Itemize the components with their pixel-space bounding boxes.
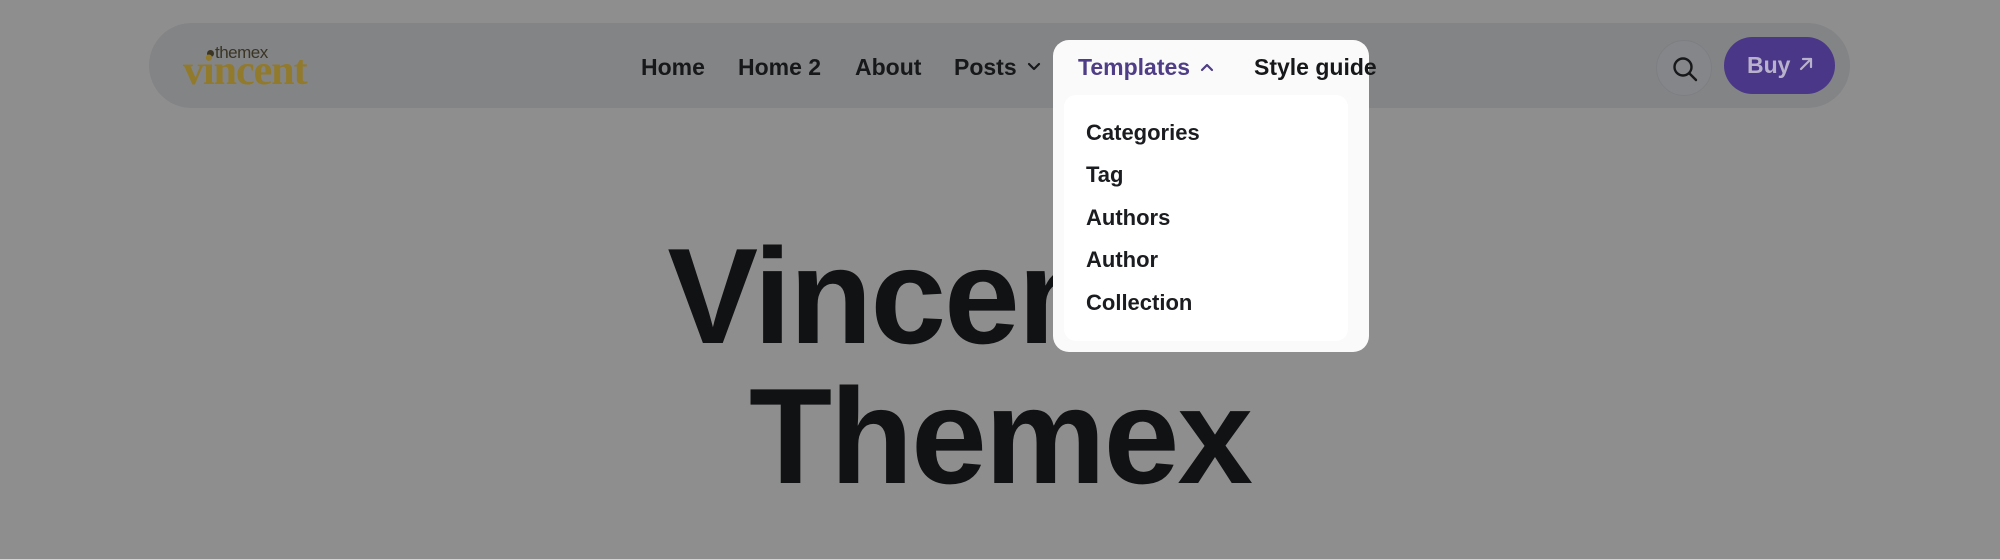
menu-item-author[interactable]: Author xyxy=(1086,246,1158,274)
logo[interactable]: themex vincent xyxy=(183,42,343,92)
buy-button[interactable]: Buy xyxy=(1724,37,1835,94)
hero-title-line-1: Vincent de xyxy=(667,220,1334,372)
chevron-up-icon xyxy=(1200,64,1214,72)
nav-home[interactable]: Home xyxy=(641,52,705,82)
menu-item-collection[interactable]: Collection xyxy=(1086,289,1192,317)
nav-posts[interactable]: Posts xyxy=(954,52,1041,82)
nav-style-guide[interactable]: Style guide xyxy=(1254,52,1377,82)
arrow-up-right-icon xyxy=(1799,57,1813,71)
nav-home-2[interactable]: Home 2 xyxy=(738,52,821,82)
nav-about[interactable]: About xyxy=(855,52,921,82)
menu-item-categories[interactable]: Categories xyxy=(1086,119,1200,147)
nav-templates[interactable]: Templates xyxy=(1078,52,1214,82)
hero-title-line-2: Themex xyxy=(749,360,1253,512)
menu-item-tag[interactable]: Tag xyxy=(1086,161,1123,189)
nav-templates-label: Templates xyxy=(1078,54,1191,80)
buy-button-label: Buy xyxy=(1747,52,1791,78)
logo-main-text: vincent xyxy=(183,48,308,94)
chevron-down-icon xyxy=(1027,63,1040,71)
page: Vincent de Themex themex vincent Home Ho… xyxy=(0,0,2000,559)
nav-posts-label: Posts xyxy=(954,54,1017,80)
search-button[interactable] xyxy=(1656,40,1712,96)
search-icon xyxy=(1673,57,1698,82)
menu-item-authors[interactable]: Authors xyxy=(1086,204,1170,232)
